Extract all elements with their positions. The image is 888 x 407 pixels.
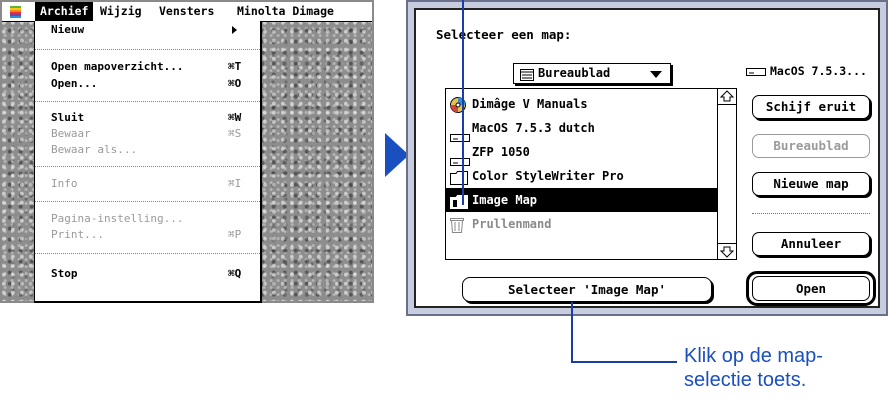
menu-item-info: Info ⌘I bbox=[51, 177, 242, 190]
new-folder-button[interactable]: Nieuwe map bbox=[752, 172, 870, 196]
dialog-title: Selecteer een map: bbox=[436, 27, 572, 42]
callout-line-top bbox=[462, 0, 464, 205]
menu-item-open-mapoverzicht[interactable]: Open mapoverzicht... ⌘T bbox=[35, 59, 260, 75]
menu-archief[interactable]: Archief bbox=[35, 2, 94, 21]
menu-separator bbox=[35, 101, 260, 102]
menu-item-print: Print... ⌘P bbox=[51, 228, 242, 241]
instruction-caption: Klik op de map- selectie toets. bbox=[684, 344, 823, 392]
menu-minolta-dimage[interactable]: Minolta Dimage bbox=[237, 2, 334, 21]
cancel-button[interactable]: Annuleer bbox=[752, 232, 870, 256]
button-separator bbox=[752, 213, 870, 214]
list-item-selected[interactable]: Image Map bbox=[446, 188, 718, 212]
desktop-button[interactable]: Bureaublad bbox=[752, 134, 870, 158]
disk-name: MacOS 7.5.3... bbox=[770, 64, 867, 78]
callout-line-vertical bbox=[571, 302, 573, 362]
desktop-icon bbox=[520, 68, 534, 87]
file-menu-screenshot: Archief Wijzig Vensters Minolta Dimage N… bbox=[0, 0, 374, 303]
scroll-up-arrow-icon[interactable] bbox=[718, 89, 736, 105]
folder-popup-menu[interactable]: Bureaublad bbox=[513, 63, 671, 84]
menu-item-stop[interactable]: Stop ⌘Q bbox=[35, 266, 260, 282]
menu-item-bewaar-als: Bewaar als... bbox=[51, 143, 138, 156]
menu-item-nieuw[interactable]: Nieuw bbox=[35, 22, 260, 38]
menu-wijzig[interactable]: Wijzig bbox=[100, 2, 142, 21]
menu-item-pagina-instelling: Pagina-instelling... bbox=[51, 212, 184, 225]
list-item[interactable]: Color StyleWriter Pro bbox=[446, 164, 718, 188]
folder-popup-label: Bureaublad bbox=[538, 66, 611, 80]
open-button[interactable]: Open bbox=[752, 276, 870, 301]
menu-item-open[interactable]: Open... ⌘O bbox=[35, 76, 260, 92]
caption-line-2: selectie toets. bbox=[684, 369, 807, 391]
scroll-down-arrow-icon[interactable] bbox=[718, 243, 736, 259]
chevron-down-icon bbox=[650, 71, 662, 78]
disk-icon bbox=[746, 65, 766, 79]
list-item[interactable]: Prullenmand bbox=[446, 212, 718, 236]
menu-separator bbox=[35, 49, 260, 50]
apple-icon[interactable] bbox=[10, 5, 21, 18]
caption-line-1: Klik op de map- bbox=[684, 345, 823, 367]
menu-bar: Archief Wijzig Vensters Minolta Dimage bbox=[2, 2, 372, 22]
select-folder-button[interactable]: Selecteer 'Image Map' bbox=[462, 277, 712, 302]
menu-vensters[interactable]: Vensters bbox=[159, 2, 214, 21]
list-item[interactable]: Dimâge V Manuals bbox=[446, 92, 718, 116]
callout-line-horizontal bbox=[571, 361, 677, 363]
menu-separator bbox=[35, 166, 260, 167]
menu-separator bbox=[35, 253, 260, 254]
eject-disk-button[interactable]: Schijf eruit bbox=[752, 95, 870, 119]
menu-item-bewaar: Bewaar ⌘S bbox=[51, 127, 242, 140]
archief-dropdown-menu: Nieuw Open mapoverzicht... ⌘T Open... ⌘O… bbox=[34, 21, 262, 303]
file-list[interactable]: Dimâge V Manuals MacOS 7.5.3 dutch ZFP 1… bbox=[445, 88, 737, 260]
menu-separator bbox=[35, 201, 260, 202]
list-item[interactable]: ZFP 1050 bbox=[446, 140, 718, 166]
menu-item-sluit[interactable]: Sluit ⌘W bbox=[35, 110, 260, 126]
file-list-scrollbar[interactable] bbox=[717, 88, 737, 260]
current-disk: MacOS 7.5.3... bbox=[746, 64, 867, 79]
list-item[interactable]: MacOS 7.5.3 dutch bbox=[446, 116, 718, 142]
trash-icon bbox=[450, 217, 464, 241]
submenu-arrow-icon bbox=[232, 26, 237, 34]
